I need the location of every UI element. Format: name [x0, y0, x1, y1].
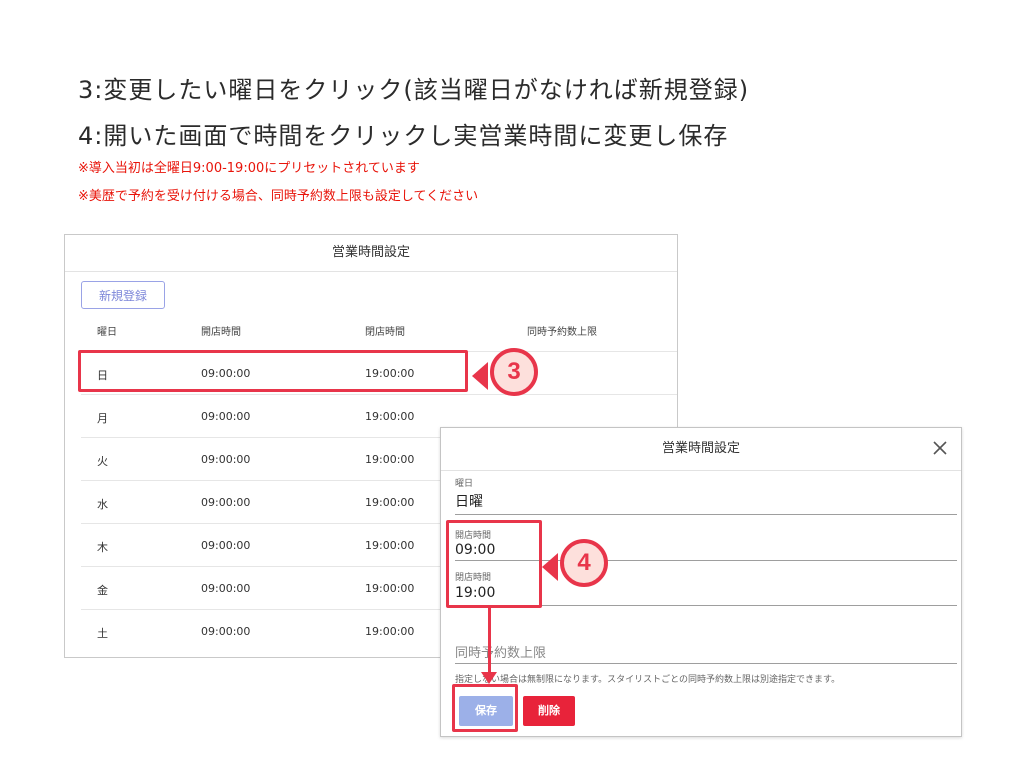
column-header-open: 開店時間 [201, 327, 241, 338]
row-open-time: 09:00:00 [201, 582, 251, 595]
row-close-time: 19:00:00 [365, 625, 415, 638]
step-4-number: 4 [560, 539, 608, 587]
close-icon[interactable] [929, 437, 951, 459]
delete-button[interactable]: 削除 [523, 696, 575, 726]
new-registration-button[interactable]: 新規登録 [81, 281, 165, 309]
panel-title: 営業時間設定 [65, 235, 677, 272]
row-open-time: 09:00:00 [201, 496, 251, 509]
instruction-step-3: 3:変更したい曜日をクリック(該当曜日がなければ新規登録) [78, 76, 750, 104]
row-day: 火 [97, 455, 108, 468]
divider [455, 514, 957, 515]
step-3-number: 3 [490, 348, 538, 396]
row-open-time: 09:00:00 [201, 453, 251, 466]
row-day: 水 [97, 498, 108, 511]
row-close-time: 19:00:00 [365, 539, 415, 552]
arrow-head-icon [481, 672, 497, 684]
concurrent-limit-field[interactable]: 同時予約数上限 [455, 642, 546, 661]
instruction-step-4: 4:開いた画面で時間をクリックし実営業時間に変更し保存 [78, 122, 729, 150]
row-day: 月 [97, 412, 108, 425]
arrow-to-save [488, 606, 491, 674]
badge-pointer [542, 553, 558, 581]
badge-pointer [472, 362, 488, 390]
row-close-time: 19:00:00 [365, 496, 415, 509]
save-button-highlight [452, 684, 518, 732]
row-day: 金 [97, 584, 108, 597]
column-header-close: 閉店時間 [365, 327, 405, 338]
row-close-time: 19:00:00 [365, 582, 415, 595]
row-day: 土 [97, 627, 108, 640]
row-day: 木 [97, 541, 108, 554]
row-open-time: 09:00:00 [201, 539, 251, 552]
row-open-time: 09:00:00 [201, 410, 251, 423]
row-close-time: 19:00:00 [365, 453, 415, 466]
column-header-limit: 同時予約数上限 [527, 327, 597, 338]
day-field-label: 曜日 [455, 479, 474, 489]
time-fields-highlight [446, 520, 542, 608]
row-close-time: 19:00:00 [365, 410, 415, 423]
modal-title: 営業時間設定 [441, 428, 961, 471]
note-reservation-limit: ※美歴で予約を受け付ける場合、同時予約数上限も設定してください [78, 189, 479, 204]
divider [455, 663, 957, 664]
sunday-row-highlight [78, 350, 468, 392]
note-preset: ※導入当初は全曜日9:00-19:00にプリセットされています [78, 161, 420, 176]
column-header-day: 曜日 [97, 327, 117, 338]
day-field-value: 日曜 [455, 494, 483, 510]
row-open-time: 09:00:00 [201, 625, 251, 638]
